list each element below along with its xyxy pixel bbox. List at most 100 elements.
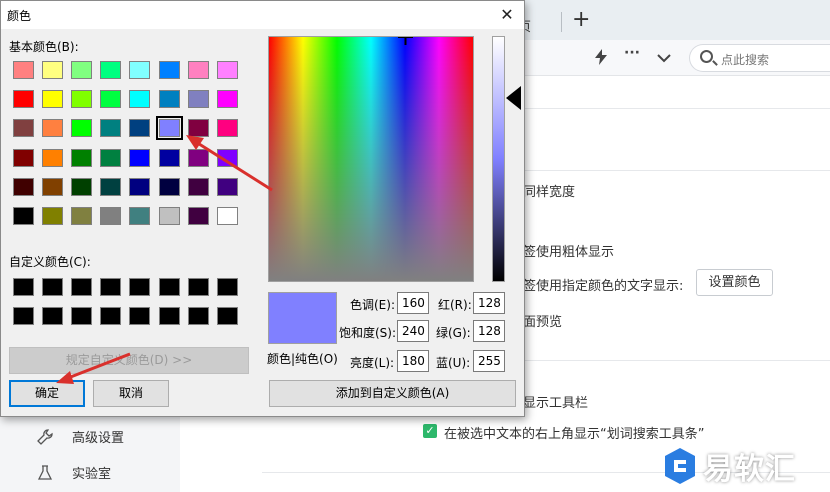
sidebar-item-label: 实验室 [72,463,111,482]
luminance-slider[interactable] [492,36,505,282]
dialog-titlebar: 颜色 ✕ [1,1,524,29]
search-input[interactable]: 点此搜索 [689,44,830,72]
sidebar-item-advanced[interactable]: 高级设置 [36,427,124,446]
custom-color-swatch[interactable] [42,278,63,296]
flask-icon [36,464,54,482]
basic-color-swatch[interactable] [217,149,238,167]
basic-color-swatch[interactable] [217,119,238,137]
search-icon [700,50,713,63]
sidebar-item-lab[interactable]: 实验室 [36,463,111,482]
blue-input[interactable]: 255 [473,350,505,372]
basic-color-swatch[interactable] [100,61,121,79]
green-input[interactable]: 128 [473,320,505,342]
sidebar-item-label: 高级设置 [72,427,124,446]
basic-color-swatch[interactable] [188,149,209,167]
ok-button[interactable]: 确定 [9,380,85,407]
setting-text: 签使用指定颜色的文字显示: [523,275,683,294]
basic-color-swatch[interactable] [13,119,34,137]
basic-color-swatch[interactable] [129,149,150,167]
basic-color-swatch[interactable] [13,207,34,225]
basic-color-swatch[interactable] [159,61,180,79]
basic-color-swatch[interactable] [42,61,63,79]
basic-color-swatch[interactable] [71,178,92,196]
more-icon[interactable]: ··· [624,45,640,61]
watermark-logo-icon [663,447,697,485]
wrench-icon [36,428,54,446]
basic-color-swatch[interactable] [42,90,63,108]
basic-color-swatch[interactable] [100,119,121,137]
custom-color-swatch[interactable] [188,278,209,296]
basic-color-swatch[interactable] [217,90,238,108]
basic-color-swatch[interactable] [100,207,121,225]
basic-color-swatch[interactable] [129,61,150,79]
basic-color-swatch[interactable] [13,90,34,108]
custom-color-swatch[interactable] [129,278,150,296]
basic-color-swatch[interactable] [42,207,63,225]
custom-color-swatch[interactable] [159,307,180,325]
basic-colors-label: 基本颜色(B): [9,38,79,55]
custom-color-swatch[interactable] [13,278,34,296]
hue-input[interactable]: 160 [397,292,429,314]
setting-text: 显示工具栏 [523,392,588,411]
watermark: 易软汇 [663,444,796,488]
cancel-button[interactable]: 取消 [93,380,169,407]
basic-color-swatch[interactable] [71,119,92,137]
basic-color-swatch[interactable] [217,61,238,79]
setting-text: 签使用粗体显示 [523,241,614,260]
basic-color-swatch[interactable] [129,178,150,196]
basic-color-swatch[interactable] [217,178,238,196]
define-custom-colors-button: 规定自定义颜色(D) >> [9,347,249,374]
custom-color-swatch[interactable] [100,307,121,325]
new-tab-button[interactable]: + [572,8,590,32]
basic-color-swatch[interactable] [100,178,121,196]
basic-color-swatch[interactable] [13,178,34,196]
chevron-down-icon[interactable] [657,51,671,67]
custom-color-swatch[interactable] [100,278,121,296]
basic-color-swatch[interactable] [188,119,209,137]
basic-color-swatch[interactable] [188,178,209,196]
custom-color-swatch[interactable] [42,307,63,325]
checkbox-checked[interactable]: ✓ [423,424,437,438]
luminance-input[interactable]: 180 [397,350,429,372]
custom-color-swatch[interactable] [159,278,180,296]
basic-color-swatch[interactable] [129,207,150,225]
basic-color-swatch[interactable] [71,90,92,108]
basic-color-swatch[interactable] [100,90,121,108]
basic-color-swatch[interactable] [42,119,63,137]
custom-color-swatch[interactable] [217,307,238,325]
basic-color-swatch[interactable] [217,207,238,225]
color-spectrum[interactable] [268,36,474,282]
basic-color-swatch[interactable] [188,207,209,225]
close-icon[interactable]: ✕ [490,1,524,29]
saturation-input[interactable]: 240 [397,320,429,342]
lightning-icon[interactable] [594,49,608,69]
preview-label: 颜色|纯色(O) [267,350,338,367]
basic-color-swatch[interactable] [129,90,150,108]
custom-color-swatch[interactable] [188,307,209,325]
basic-color-swatch[interactable] [42,178,63,196]
basic-color-swatch[interactable] [129,119,150,137]
basic-color-swatch[interactable] [13,61,34,79]
basic-color-swatch[interactable] [159,149,180,167]
basic-color-swatch[interactable] [71,61,92,79]
basic-color-swatch[interactable] [159,90,180,108]
basic-color-swatch[interactable] [188,61,209,79]
custom-color-swatch[interactable] [71,278,92,296]
basic-color-swatch[interactable] [159,178,180,196]
basic-color-swatch[interactable] [100,149,121,167]
basic-color-swatch[interactable] [71,149,92,167]
add-to-custom-colors-button[interactable]: 添加到自定义颜色(A) [269,380,516,407]
custom-color-swatch[interactable] [13,307,34,325]
custom-color-swatch[interactable] [71,307,92,325]
red-input[interactable]: 128 [473,292,505,314]
basic-color-swatch[interactable] [159,119,180,137]
basic-color-swatch[interactable] [13,149,34,167]
basic-color-swatch[interactable] [188,90,209,108]
basic-color-swatch[interactable] [159,207,180,225]
custom-color-swatch[interactable] [217,278,238,296]
set-color-button[interactable]: 设置颜色 [696,269,773,296]
luminance-arrow-icon[interactable] [506,86,521,110]
basic-color-swatch[interactable] [42,149,63,167]
basic-color-swatch[interactable] [71,207,92,225]
custom-color-swatch[interactable] [129,307,150,325]
